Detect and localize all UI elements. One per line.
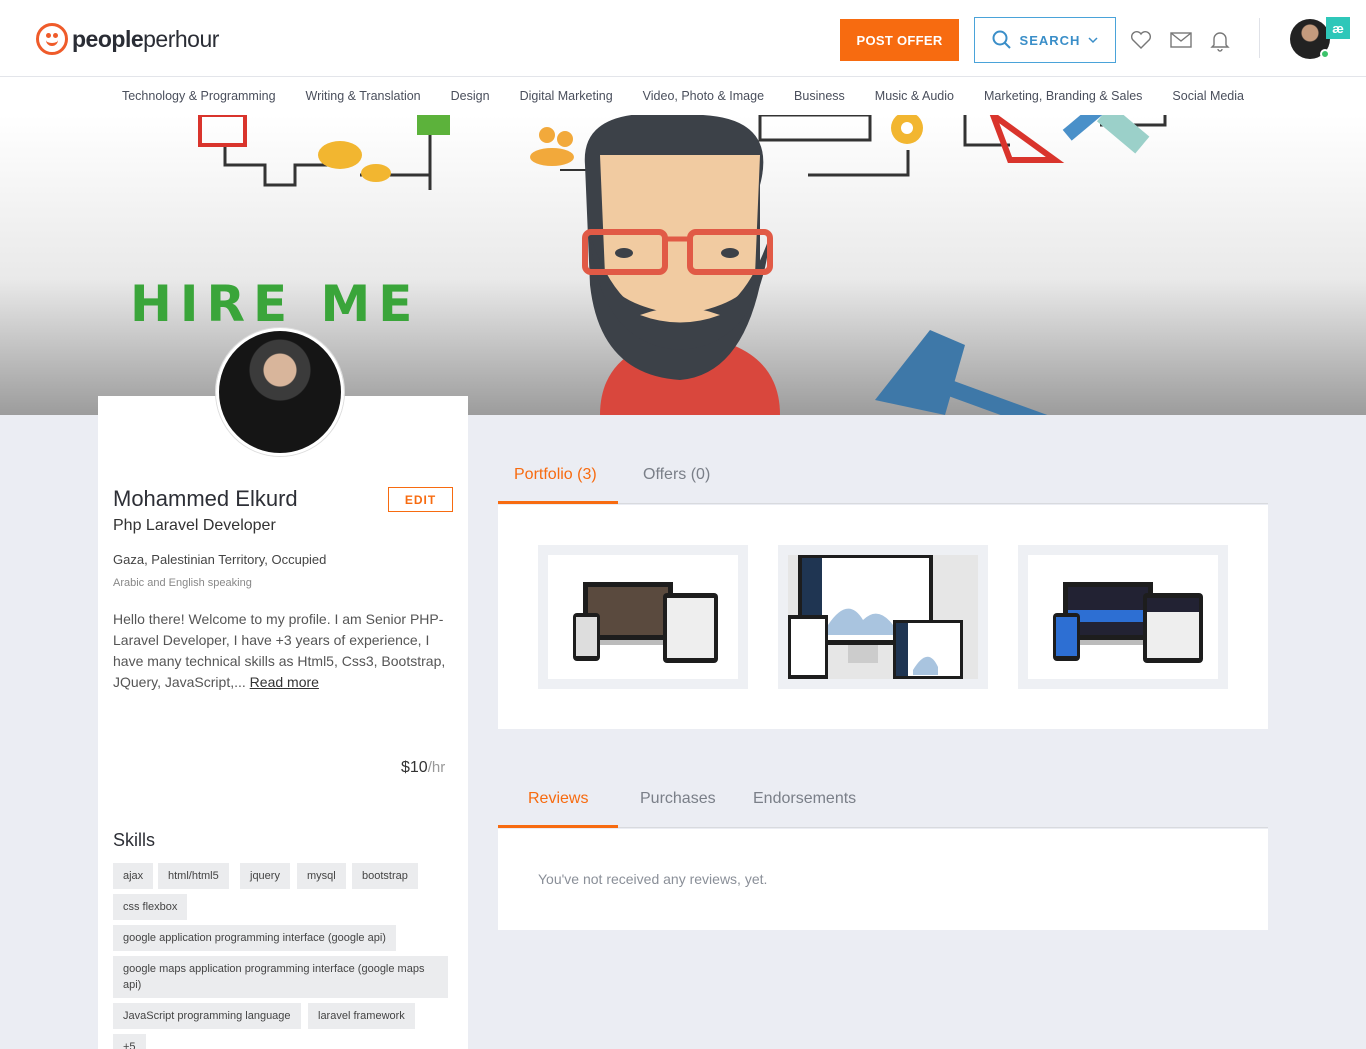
logo-icon (36, 23, 68, 55)
profile-languages: Arabic and English speaking (113, 577, 252, 589)
banner-headline: HIRE ME (130, 275, 421, 333)
category-link-business[interactable]: Business (794, 89, 845, 103)
skill-chip[interactable]: mysql (297, 863, 346, 889)
skill-chip[interactable]: bootstrap (352, 863, 418, 889)
portfolio-item[interactable] (538, 545, 748, 689)
skill-chip[interactable]: laravel framework (308, 1003, 415, 1029)
read-more-link[interactable]: Read more (250, 674, 319, 690)
skill-chip-more[interactable]: +5 (113, 1034, 146, 1049)
bell-icon[interactable] (1208, 28, 1232, 52)
portfolio-panel (498, 505, 1268, 729)
rate-value: $10 (401, 759, 428, 776)
post-offer-button[interactable]: POST OFFER (840, 19, 959, 61)
portfolio-item[interactable] (778, 545, 988, 689)
search-icon (992, 30, 1011, 49)
category-link-marketing-branding[interactable]: Marketing, Branding & Sales (984, 89, 1142, 103)
profile-photo[interactable] (216, 328, 344, 456)
edit-profile-button[interactable]: EDIT (388, 487, 453, 512)
profile-location: Gaza, Palestinian Territory, Occupied (113, 552, 327, 567)
top-header: peopleperhour POST OFFER SEARCH æ (0, 0, 1366, 77)
tab-portfolio[interactable]: Portfolio (3) (514, 466, 597, 484)
portfolio-thumbnail (1028, 555, 1218, 679)
portfolio-thumbnail (788, 555, 978, 679)
skill-chip[interactable]: jquery (240, 863, 290, 889)
chevron-down-icon (1088, 37, 1098, 44)
search-label: SEARCH (1019, 32, 1081, 48)
heart-icon[interactable] (1129, 28, 1153, 52)
tab-reviews[interactable]: Reviews (528, 790, 588, 808)
category-link-design[interactable]: Design (451, 89, 490, 103)
cover-banner: HIRE ME (0, 115, 1366, 415)
hourly-rate: $10/hr (401, 759, 445, 777)
category-link-video-photo[interactable]: Video, Photo & Image (643, 89, 764, 103)
skill-chip[interactable]: google maps application programming inte… (113, 956, 448, 998)
mail-icon[interactable] (1169, 28, 1193, 52)
tab-endorsements[interactable]: Endorsements (753, 790, 856, 808)
profile-bio: Hello there! Welcome to my profile. I am… (113, 609, 448, 693)
logo[interactable]: peopleperhour (36, 23, 219, 55)
online-status-dot (1320, 49, 1330, 59)
search-button[interactable]: SEARCH (974, 17, 1116, 63)
tab-purchases[interactable]: Purchases (640, 790, 716, 808)
skill-chip[interactable]: css flexbox (113, 894, 188, 920)
app-badge-icon[interactable]: æ (1326, 17, 1350, 39)
profile-name: Mohammed Elkurd (113, 486, 298, 511)
skill-chip[interactable]: html/html5 (158, 863, 229, 889)
skills-heading: Skills (113, 830, 156, 850)
category-link-social-media[interactable]: Social Media (1172, 89, 1244, 103)
category-link-writing[interactable]: Writing & Translation (306, 89, 421, 103)
portfolio-item[interactable] (1018, 545, 1228, 689)
active-tab-indicator (498, 501, 618, 504)
reviews-empty-message: You've not received any reviews, yet. (538, 871, 768, 887)
skill-chip[interactable]: JavaScript programming language (113, 1003, 301, 1029)
logo-text: peopleperhour (72, 25, 219, 52)
profile-title: Php Laravel Developer (113, 517, 276, 534)
skill-chip[interactable]: ajax (113, 863, 154, 889)
rate-unit: /hr (427, 759, 446, 776)
cover-illustration (198, 115, 1167, 415)
active-tab-indicator (498, 825, 618, 828)
tab-offers[interactable]: Offers (0) (643, 466, 710, 484)
category-nav: Technology & Programming Writing & Trans… (0, 77, 1366, 115)
portfolio-thumbnail (548, 555, 738, 679)
header-divider (1259, 18, 1260, 58)
category-link-digital-marketing[interactable]: Digital Marketing (520, 89, 613, 103)
category-link-technology[interactable]: Technology & Programming (122, 89, 276, 103)
category-link-music-audio[interactable]: Music & Audio (875, 89, 954, 103)
skill-chip[interactable]: google application programming interface… (113, 925, 396, 951)
